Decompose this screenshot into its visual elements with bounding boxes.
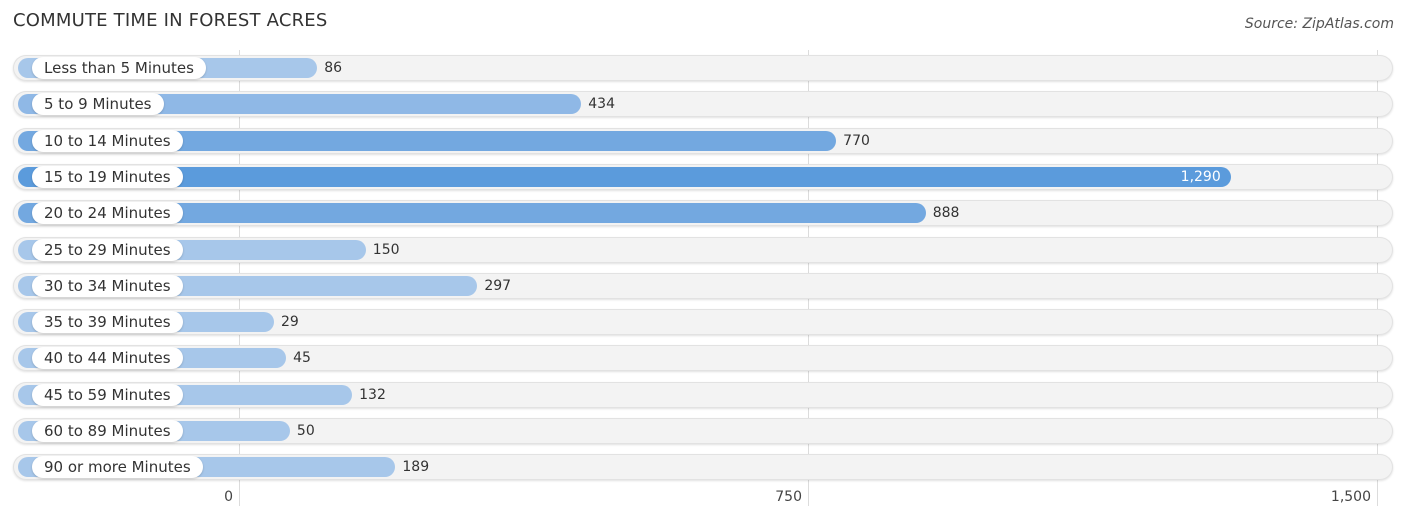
value-label: 1,290 xyxy=(1180,168,1221,185)
chart-container: COMMUTE TIME IN FOREST ACRES Source: Zip… xyxy=(0,0,1406,522)
x-tick-label: 0 xyxy=(224,489,233,505)
category-label: 45 to 59 Minutes xyxy=(32,383,183,406)
category-label: 5 to 9 Minutes xyxy=(32,93,164,116)
category-label: 60 to 89 Minutes xyxy=(32,420,183,442)
category-label: 40 to 44 Minutes xyxy=(32,347,183,370)
category-label: 90 or more Minutes xyxy=(32,456,203,479)
category-label: 15 to 19 Minutes xyxy=(32,165,183,188)
value-label: 29 xyxy=(281,314,299,331)
x-tick-label: 750 xyxy=(775,489,802,505)
value-label: 297 xyxy=(484,277,512,294)
value-label: 86 xyxy=(324,60,343,76)
value-label: 434 xyxy=(588,96,615,113)
x-tick-label: 1,500 xyxy=(1330,489,1371,505)
value-label: 50 xyxy=(296,423,315,439)
value-label: 888 xyxy=(932,205,960,222)
category-label: 10 to 14 Minutes xyxy=(32,129,183,152)
source-label: Source: ZipAtlas.com xyxy=(1244,16,1394,32)
chart-title: COMMUTE TIME IN FOREST ACRES xyxy=(13,10,328,31)
value-label: 45 xyxy=(293,350,311,367)
value-label: 770 xyxy=(843,132,870,149)
category-label: 35 to 39 Minutes xyxy=(32,311,183,334)
value-label: 150 xyxy=(372,241,400,258)
category-label: 20 to 24 Minutes xyxy=(32,202,183,225)
category-label: Less than 5 Minutes xyxy=(32,57,206,79)
category-label: 25 to 29 Minutes xyxy=(32,238,183,261)
category-label: 30 to 34 Minutes xyxy=(32,274,183,297)
value-label: 132 xyxy=(359,386,386,403)
bar[interactable] xyxy=(18,166,1231,187)
value-label: 189 xyxy=(402,459,430,476)
